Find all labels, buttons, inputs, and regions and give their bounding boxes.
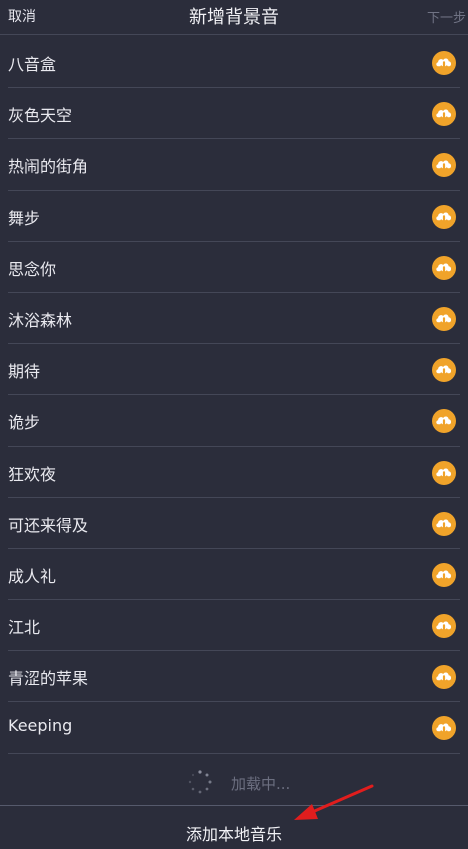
track-row[interactable]: 热闹的街角: [8, 139, 460, 191]
track-row[interactable]: 灰色天空: [8, 88, 460, 140]
track-row[interactable]: 期待: [8, 344, 460, 396]
download-cloud-icon[interactable]: [432, 153, 456, 178]
track-row[interactable]: 舞步: [8, 191, 460, 242]
download-cloud-icon[interactable]: [432, 51, 456, 75]
track-row[interactable]: 可还来得及: [8, 498, 460, 549]
track-row[interactable]: 思念你: [8, 242, 460, 293]
download-cloud-icon[interactable]: [432, 562, 456, 587]
loading-text: 加载中...: [231, 775, 291, 793]
download-cloud-icon[interactable]: [432, 716, 456, 741]
track-row[interactable]: 成人礼: [8, 549, 460, 601]
track-row[interactable]: 沐浴森林: [8, 293, 460, 345]
screen: 取消 新增背景音 下一步 八音盒 灰色天空 热闹的街角 舞步 思念你 沐浴森林: [0, 0, 468, 849]
loading-indicator: 加载中...: [0, 766, 468, 800]
loading-spinner-icon: [188, 770, 212, 794]
track-name: 灰色天空: [8, 106, 73, 126]
track-name: 期待: [8, 362, 41, 382]
download-cloud-icon[interactable]: [432, 614, 456, 639]
track-name: 狂欢夜: [8, 464, 57, 484]
download-cloud-icon[interactable]: [432, 358, 456, 383]
track-row[interactable]: Keeping: [8, 702, 460, 754]
download-cloud-icon[interactable]: [432, 204, 456, 229]
download-cloud-icon[interactable]: [432, 255, 456, 280]
download-cloud-icon[interactable]: [432, 102, 456, 127]
track-name: 可还来得及: [8, 515, 89, 535]
download-cloud-icon[interactable]: [432, 511, 456, 536]
next-step-button[interactable]: 下一步: [427, 7, 466, 26]
track-row[interactable]: 狂欢夜: [8, 447, 460, 498]
track-row[interactable]: 江北: [8, 600, 460, 652]
track-name: 八音盒: [8, 55, 57, 74]
download-cloud-icon[interactable]: [432, 665, 456, 690]
track-name: 诡步: [8, 413, 41, 433]
track-name: Keeping: [8, 716, 73, 736]
track-name: 江北: [8, 618, 41, 638]
track-name: 热闹的街角: [8, 157, 89, 177]
track-name: 舞步: [8, 208, 41, 228]
red-arrow-annotation: [294, 784, 374, 820]
track-row[interactable]: 青涩的苹果: [8, 651, 460, 703]
track-name: 思念你: [8, 259, 57, 279]
track-name: 成人礼: [8, 566, 57, 586]
track-name: 沐浴森林: [8, 310, 73, 330]
track-list: 八音盒 灰色天空 热闹的街角 舞步 思念你 沐浴森林 期待 诡步 狂欢夜 可还来…: [0, 37, 468, 754]
track-name: 青涩的苹果: [8, 669, 89, 689]
track-row[interactable]: 诡步: [8, 395, 460, 447]
download-cloud-icon[interactable]: [432, 460, 456, 485]
download-cloud-icon[interactable]: [432, 409, 456, 434]
footer-bar: 添加本地音乐: [0, 805, 468, 849]
add-local-music-button[interactable]: 添加本地音乐: [0, 821, 468, 845]
track-row[interactable]: 八音盒: [8, 37, 460, 89]
page-title: 新增背景音: [189, 7, 279, 28]
download-cloud-icon[interactable]: [432, 306, 456, 331]
header-bar: 取消 新增背景音 下一步: [0, 0, 468, 35]
